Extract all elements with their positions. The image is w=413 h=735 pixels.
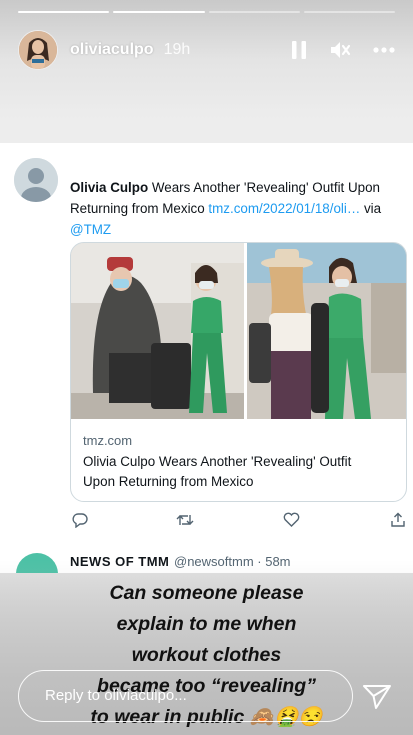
progress-segment (113, 11, 205, 13)
link-preview-card[interactable]: tmz.com Olivia Culpo Wears Another 'Reve… (70, 242, 407, 502)
share-icon[interactable] (390, 512, 406, 528)
shared-tweet-screenshot: Olivia Culpo Wears Another 'Revealing' O… (0, 143, 413, 563)
default-profile-icon (14, 158, 58, 202)
story-username[interactable]: oliviaculpo (70, 41, 154, 59)
tweet-text: Olivia Culpo Wears Another 'Revealing' O… (70, 177, 410, 240)
speaker-muted-icon[interactable] (329, 40, 351, 60)
story-viewer: oliviaculpo 19h Olivia Culpo Wears Anoth… (0, 0, 413, 735)
tweet-author-name: Olivia Culpo (70, 180, 149, 195)
story-timestamp: 19h (163, 41, 191, 58)
reply-placeholder: Reply to oliviaculpo... (45, 687, 187, 704)
reply-input[interactable]: Reply to oliviaculpo... (18, 670, 353, 722)
caption-line: workout clothes (131, 644, 282, 666)
avatar[interactable] (18, 30, 58, 70)
progress-segment (18, 11, 110, 13)
progress-segment (303, 11, 395, 13)
avatar-image (19, 31, 57, 69)
send-icon[interactable] (362, 684, 392, 710)
story-controls (291, 40, 395, 60)
pause-icon[interactable] (291, 40, 307, 60)
story-header: oliviaculpo 19h (18, 30, 395, 70)
like-icon[interactable] (283, 512, 300, 528)
tweet-link[interactable]: tmz.com/2022/01/18/oli… (208, 201, 360, 216)
more-dots-icon[interactable] (373, 47, 395, 53)
caption-line: Can someone please (109, 582, 304, 604)
tweet-actions (70, 512, 408, 534)
card-domain: tmz.com (83, 433, 133, 448)
story-progress-bar (18, 11, 395, 14)
card-image (71, 243, 406, 419)
retweet-icon[interactable] (176, 512, 194, 528)
progress-segment (208, 11, 300, 13)
tweet-author-avatar (14, 158, 58, 202)
caption-line: explain to me when (116, 613, 297, 635)
tweet-via: via (360, 201, 382, 216)
card-title: Olivia Culpo Wears Another 'Revealing' O… (83, 454, 352, 489)
reply-icon[interactable] (72, 512, 88, 528)
tweet-mention[interactable]: @TMZ (70, 222, 111, 237)
